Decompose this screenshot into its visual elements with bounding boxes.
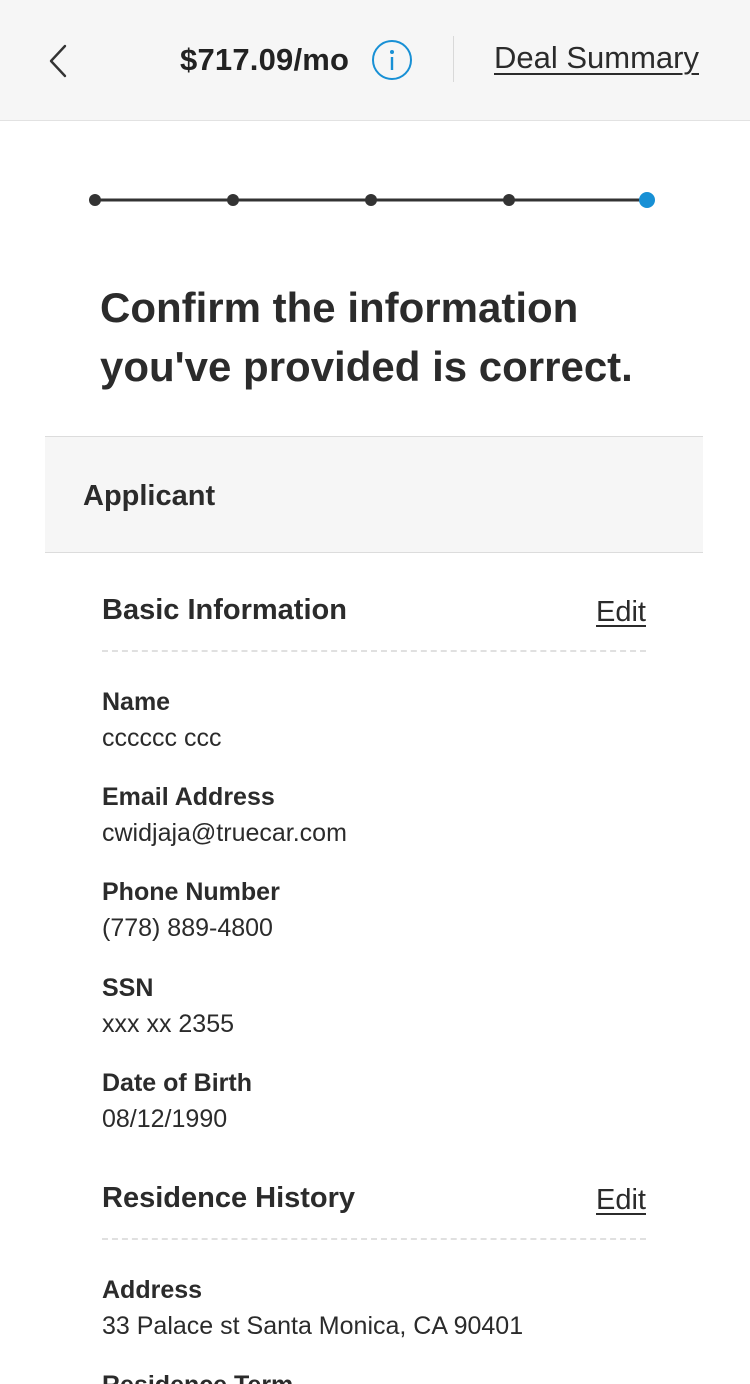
field-label: Address bbox=[102, 1276, 203, 1304]
field-name: Name cccccc ccc bbox=[102, 686, 662, 758]
field-value: cccccc ccc bbox=[102, 724, 222, 752]
field-label: Name bbox=[102, 688, 171, 716]
field-date-of-birth: Date of Birth 08/12/1990 bbox=[102, 1067, 662, 1139]
field-address: Address 33 Palace st Santa Monica, CA 90… bbox=[102, 1274, 662, 1346]
field-label: Email Address bbox=[102, 783, 275, 811]
field-email: Email Address cwidjaja@truecar.com bbox=[102, 781, 662, 853]
step-5-dot-current bbox=[639, 192, 655, 208]
info-button[interactable] bbox=[372, 40, 412, 80]
back-button[interactable] bbox=[38, 40, 78, 82]
field-label: Date of Birth bbox=[102, 1069, 252, 1097]
step-1-dot bbox=[89, 194, 101, 206]
field-value: 08/12/1990 bbox=[102, 1105, 228, 1133]
dashed-divider bbox=[102, 1238, 646, 1240]
dashed-divider bbox=[102, 650, 646, 652]
chevron-left-icon bbox=[49, 44, 67, 78]
field-value: (778) 889-4800 bbox=[102, 914, 273, 942]
applicant-section-header: Applicant bbox=[45, 436, 703, 553]
basic-information-title: Basic Information bbox=[102, 594, 347, 626]
residence-history-header: Residence History Edit bbox=[102, 1182, 646, 1244]
edit-basic-information-link[interactable]: Edit bbox=[596, 596, 646, 629]
header-divider bbox=[453, 36, 454, 82]
deal-summary-link[interactable]: Deal Summary bbox=[494, 40, 699, 76]
page-title: Confirm the information you've provided … bbox=[100, 284, 633, 390]
progress-stepper bbox=[89, 192, 655, 208]
field-label: Residence Term bbox=[102, 1369, 662, 1384]
field-value: cwidjaja@truecar.com bbox=[102, 819, 347, 847]
step-4-dot bbox=[503, 194, 515, 206]
field-phone: Phone Number (778) 889-4800 bbox=[102, 876, 662, 948]
step-2-dot bbox=[227, 194, 239, 206]
top-bar: $717.09/mo Deal Summary bbox=[0, 0, 750, 121]
field-value: xxx xx 2355 bbox=[102, 1010, 235, 1038]
info-icon bbox=[390, 50, 394, 70]
residence-history-title: Residence History bbox=[102, 1182, 356, 1214]
field-residence-term: Residence Term bbox=[102, 1369, 662, 1384]
step-3-dot bbox=[365, 194, 377, 206]
basic-information-header: Basic Information Edit bbox=[102, 594, 646, 656]
field-ssn: SSN xxx xx 2355 bbox=[102, 972, 662, 1044]
applicant-label: Applicant bbox=[83, 480, 216, 512]
field-label: Phone Number bbox=[102, 878, 280, 906]
field-label: SSN bbox=[102, 974, 154, 1002]
field-value: 33 Palace st Santa Monica, CA 90401 bbox=[102, 1312, 524, 1340]
monthly-price: $717.09/mo bbox=[180, 42, 350, 77]
edit-residence-history-link[interactable]: Edit bbox=[596, 1184, 646, 1217]
